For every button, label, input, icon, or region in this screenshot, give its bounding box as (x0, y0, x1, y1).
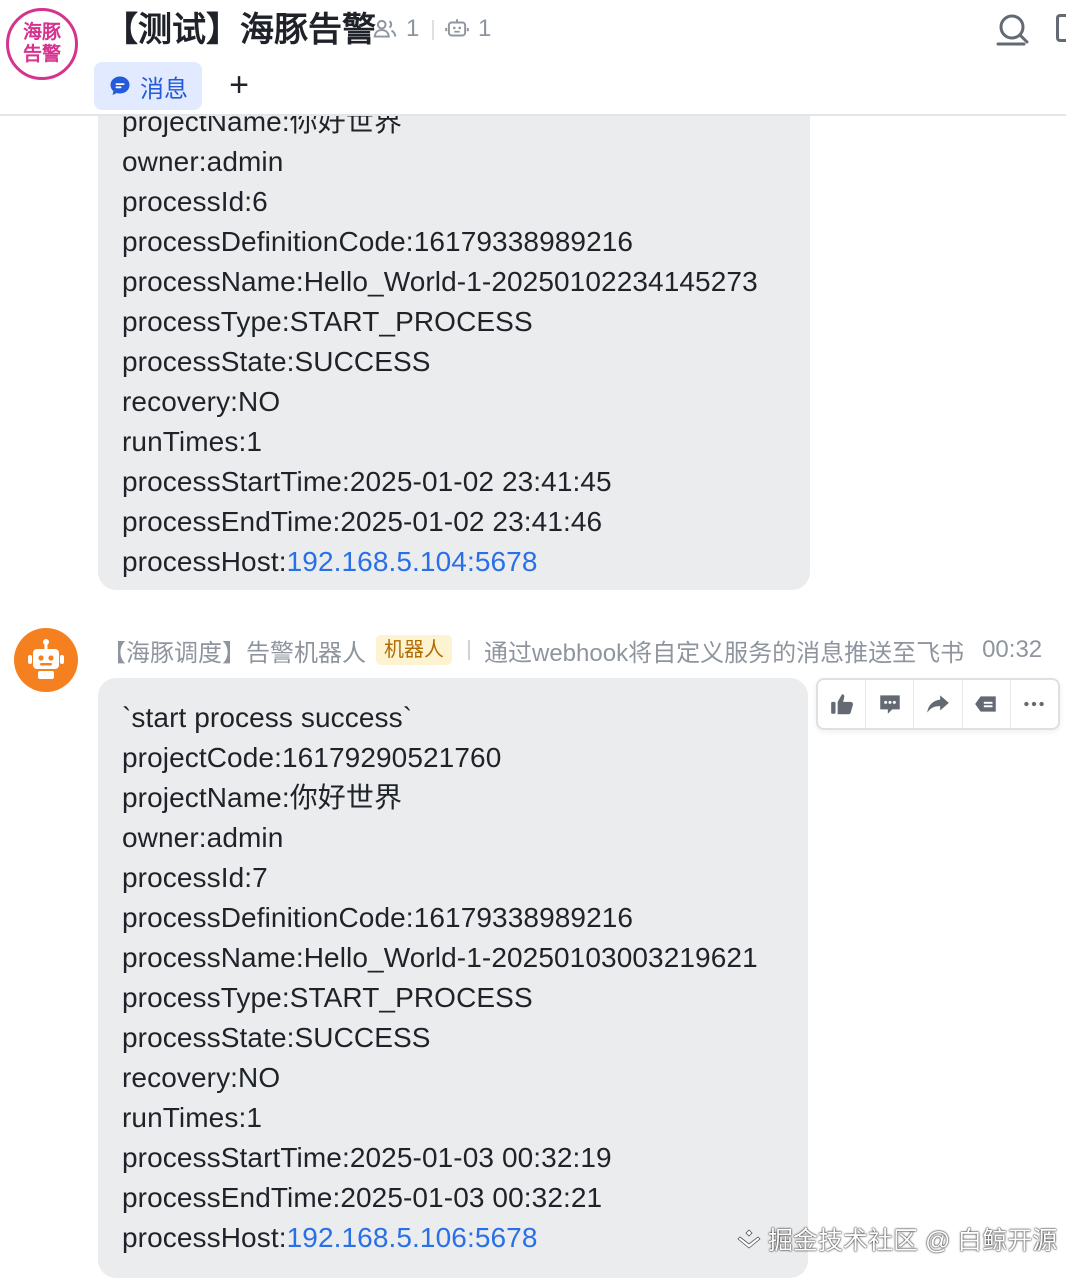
juejin-logo-icon (737, 1229, 761, 1249)
message-line: recovery:NO (122, 386, 281, 417)
watermark-text: 掘金技术社区 @ 白鲸开源 (768, 1227, 1058, 1255)
message-line: `start process success` (122, 702, 413, 733)
message-line: processId:6 (122, 186, 268, 217)
host-link[interactable]: 192.168.5.106:5678 (287, 1222, 538, 1253)
bot-description: 通过webhook将自定义服务的消息推送至飞书 (484, 639, 965, 667)
member-count[interactable]: 1 (372, 12, 419, 46)
bot-count[interactable]: 1 (444, 12, 491, 46)
chat-bubble-icon (110, 76, 130, 95)
sender-name[interactable]: 【海豚调度】告警机器人 (102, 633, 366, 668)
host-link[interactable]: 192.168.5.104:5678 (287, 546, 538, 577)
chat-title[interactable]: 【测试】海豚告警 (104, 8, 376, 52)
message-line: owner:admin (122, 822, 284, 853)
message-line: recovery:NO (122, 1062, 281, 1093)
bot-avatar[interactable] (14, 628, 78, 692)
quote-button[interactable] (963, 680, 1011, 728)
message-line: processEndTime:2025-01-03 00:32:21 (122, 1182, 603, 1213)
message-meta: 【海豚调度】告警机器人 机器人 通过webhook将自定义服务的消息推送至飞书 … (102, 632, 1042, 668)
message-line: processState:SUCCESS (122, 1022, 431, 1053)
message-line: owner:admin (122, 146, 284, 177)
bot-count-value: 1 (478, 15, 492, 42)
more-button[interactable] (1011, 680, 1058, 728)
forward-icon (927, 695, 949, 713)
search-icon (996, 14, 1029, 46)
host-label: processHost: (122, 1222, 287, 1253)
message-line: runTimes:1 (122, 1102, 263, 1133)
message-line: processDefinitionCode:16179338989216 (122, 902, 634, 933)
more-icon (1024, 701, 1045, 707)
message-line: processStartTime:2025-01-02 23:41:45 (122, 466, 612, 497)
message-line: processStartTime:2025-01-03 00:32:19 (122, 1142, 612, 1173)
message-time: 00:32 (982, 636, 1043, 663)
tab-messages[interactable]: 消息 (94, 62, 202, 110)
message-line: processDefinitionCode:16179338989216 (122, 226, 634, 257)
message-line: processHost:192.168.5.106:5678 (122, 1218, 784, 1258)
message-line: processId:7 (122, 862, 268, 893)
watermark: 掘金技术社区 @ 白鲸开源 (736, 1222, 1057, 1256)
host-label: processHost: (122, 546, 287, 577)
header-divider (432, 20, 434, 40)
robot-icon (445, 19, 469, 37)
group-avatar[interactable]: 海豚 告警 (6, 8, 78, 80)
reply-button[interactable] (866, 680, 915, 728)
members-icon (373, 19, 397, 38)
quote-reply-icon (975, 696, 996, 712)
tab-messages-label: 消息 (140, 75, 188, 103)
message-line: processState:SUCCESS (122, 346, 431, 377)
message-line: processName:Hello_World-1-20250102234145… (122, 266, 758, 297)
message-line: processName:Hello_World-1-20250103003219… (122, 942, 758, 973)
message-line: projectName:你好世界 (122, 782, 403, 813)
bot-badge: 机器人 (376, 635, 452, 665)
message-line: processType:START_PROCESS (122, 306, 533, 337)
chat-header: 海豚 告警 【测试】海豚告警 1 1 消息 + (0, 0, 1066, 116)
search-button[interactable] (994, 10, 1034, 50)
robot-icon (28, 639, 64, 679)
group-avatar-text: 告警 (22, 44, 61, 65)
thumbs-up-icon (830, 694, 853, 715)
message-line: projectCode:16179290521760 (122, 742, 502, 773)
group-avatar-text: 海豚 (22, 22, 61, 43)
member-count-value: 1 (406, 15, 420, 42)
sidebar-toggle-icon[interactable] (1056, 14, 1066, 42)
message-line: processEndTime:2025-01-02 23:41:46 (122, 506, 603, 537)
message-line: runTimes:1 (122, 426, 263, 457)
message-bubble[interactable]: `start process success` projectCode:1617… (98, 678, 808, 1278)
message-line: processHost:192.168.5.104:5678 (122, 542, 786, 582)
message-list[interactable]: projectName:你好世界 owner:admin processId:6… (0, 0, 1066, 1284)
forward-button[interactable] (914, 680, 963, 728)
meta-divider (468, 640, 470, 660)
message-bubble[interactable]: projectName:你好世界 owner:admin processId:6… (98, 60, 810, 590)
comment-icon (880, 695, 900, 714)
like-button[interactable] (818, 680, 867, 728)
message-line: processType:START_PROCESS (122, 982, 533, 1013)
add-tab-button[interactable]: + (222, 68, 256, 104)
message-action-toolbar (816, 678, 1060, 730)
